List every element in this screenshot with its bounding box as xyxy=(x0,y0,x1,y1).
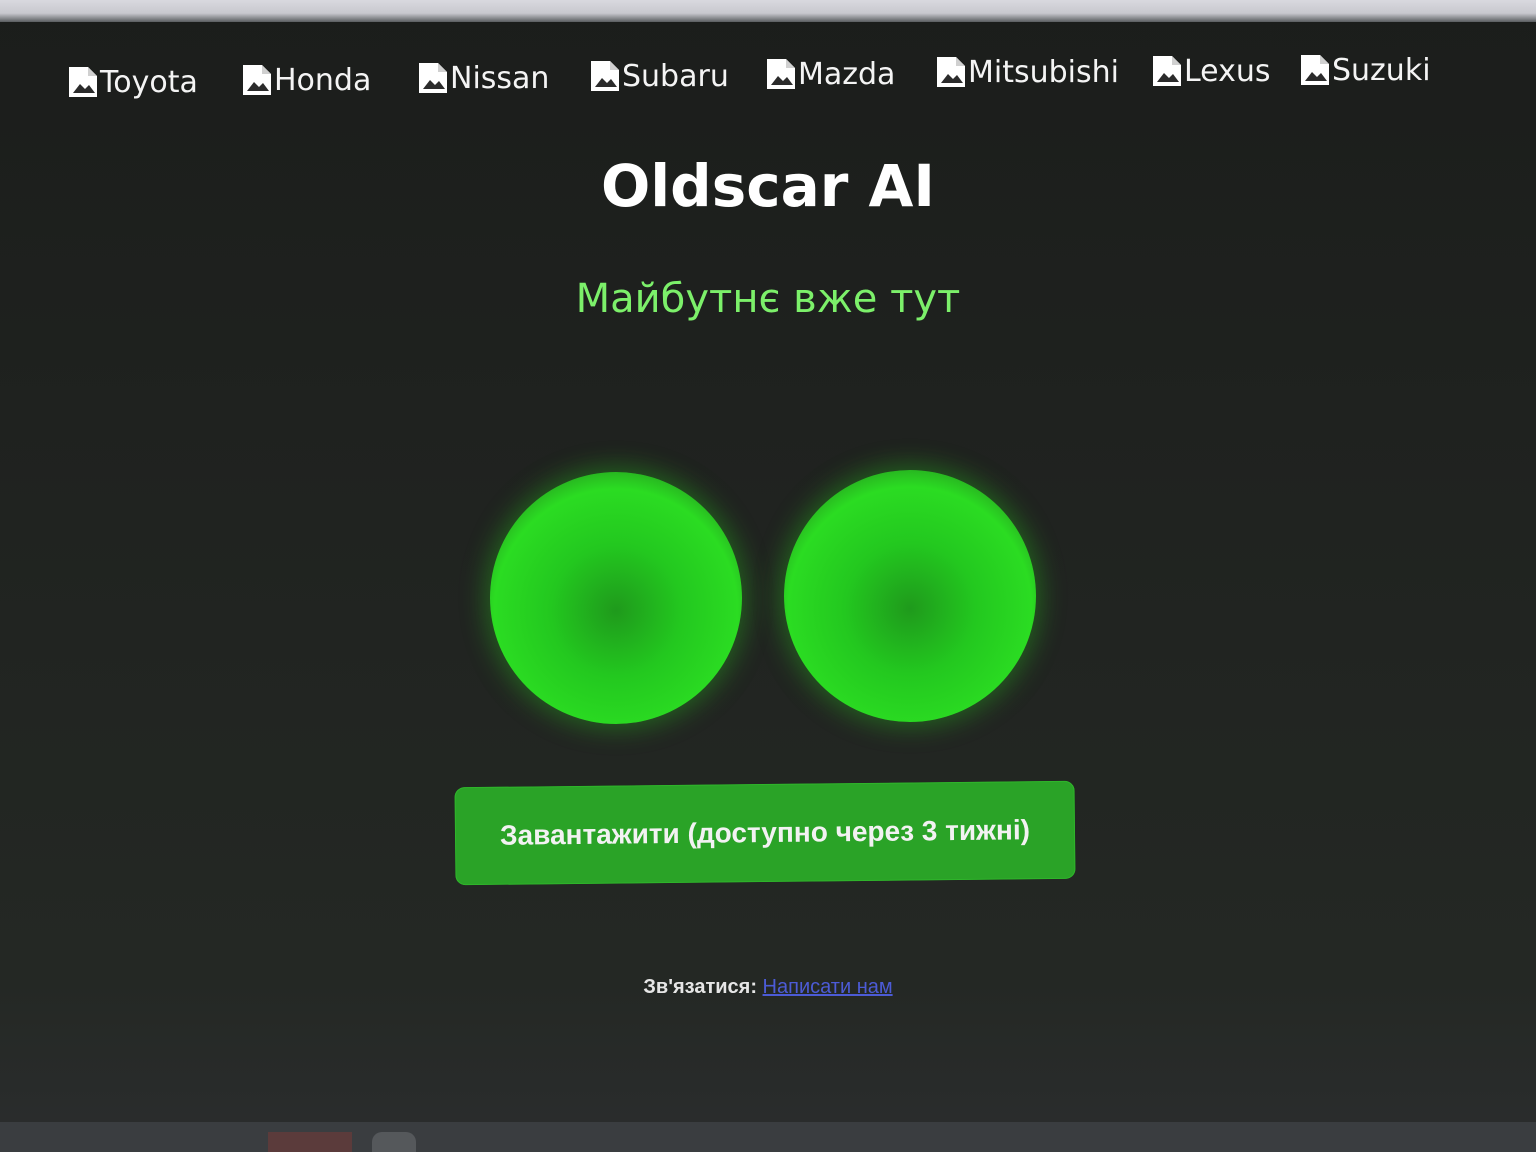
nav-item-label: Lexus xyxy=(1184,53,1271,89)
download-button[interactable]: Завантажити (доступно через 3 тижні) xyxy=(454,780,1076,886)
nav-item-subaru[interactable]: Subaru xyxy=(590,52,729,100)
brand-nav: Toyota Honda Nissan Subaru Mazda Mitsubi… xyxy=(0,52,1536,112)
nav-item-suzuki[interactable]: Suzuki xyxy=(1300,46,1431,94)
broken-image-icon xyxy=(68,66,98,98)
broken-image-icon xyxy=(418,62,448,94)
page-subtitle: Майбутнє вже тут xyxy=(575,276,961,322)
nav-item-toyota[interactable]: Toyota xyxy=(68,58,198,106)
nav-item-label: Honda xyxy=(274,62,372,98)
monitor-screen: Toyota Honda Nissan Subaru Mazda Mitsubi… xyxy=(0,0,1536,1152)
nav-item-label: Nissan xyxy=(450,60,550,96)
nav-item-mitsubishi[interactable]: Mitsubishi xyxy=(936,48,1119,96)
taskbar-app-item[interactable] xyxy=(268,1132,352,1152)
contact-label: Зв'язатися: xyxy=(643,976,757,998)
broken-image-icon xyxy=(590,60,620,92)
nav-item-lexus[interactable]: Lexus xyxy=(1152,47,1271,95)
monitor-bezel xyxy=(0,0,1536,22)
right-eye-graphic xyxy=(784,470,1036,722)
nav-item-honda[interactable]: Honda xyxy=(242,56,371,104)
broken-image-icon xyxy=(242,64,272,96)
contact-link[interactable]: Написати нам xyxy=(763,976,893,998)
nav-item-mazda[interactable]: Mazda xyxy=(766,50,895,98)
taskbar xyxy=(0,1122,1536,1152)
broken-image-icon xyxy=(1300,54,1330,86)
taskbar-app-item[interactable] xyxy=(372,1132,416,1152)
left-eye-graphic xyxy=(490,472,742,724)
nav-item-label: Suzuki xyxy=(1332,52,1431,88)
nav-item-label: Toyota xyxy=(100,64,198,100)
nav-item-label: Mitsubishi xyxy=(968,54,1119,90)
nav-item-nissan[interactable]: Nissan xyxy=(418,54,549,102)
contact-line: Зв'язатися: Написати нам xyxy=(0,976,1536,999)
broken-image-icon xyxy=(766,58,796,90)
nav-item-label: Mazda xyxy=(798,56,896,92)
nav-item-label: Subaru xyxy=(622,58,729,94)
page-title: Oldscar AI xyxy=(600,152,935,220)
broken-image-icon xyxy=(1152,55,1182,87)
broken-image-icon xyxy=(936,56,966,88)
